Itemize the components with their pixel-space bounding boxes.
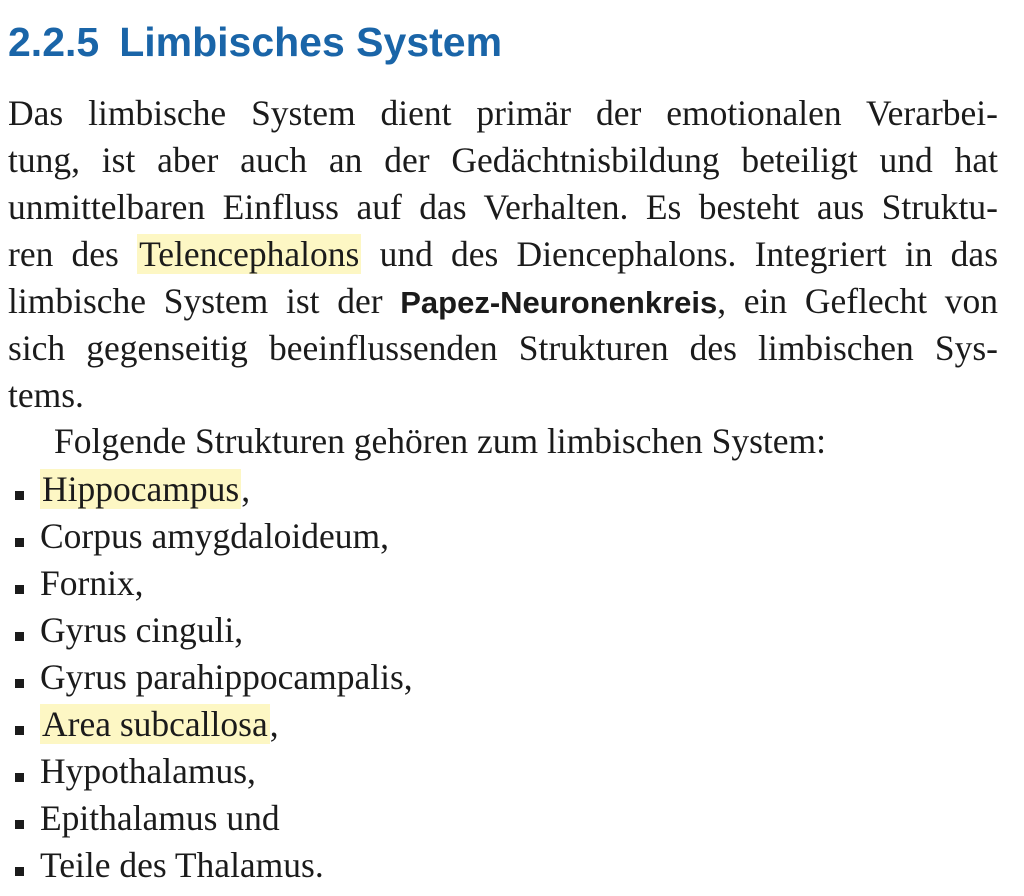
list-item-text: Area subcallosa <box>40 704 270 744</box>
bullet-square-icon <box>15 538 24 547</box>
bullet-square-icon <box>15 773 24 782</box>
list-item: Hypothalamus, <box>0 748 413 795</box>
text-segment: , ein Geflecht von <box>717 281 998 321</box>
bullet-square-icon <box>15 867 24 876</box>
list-item: Hippocampus, <box>0 466 413 513</box>
list-item-suffix: , <box>241 469 251 509</box>
list-item: Area subcallosa, <box>0 701 413 748</box>
list-item-text: Gyrus cinguli, <box>40 610 244 650</box>
paragraph-line: ren des Telencephalons und des Diencepha… <box>8 231 998 278</box>
text-segment: ren des <box>8 234 138 274</box>
list-item-text: Corpus amygdaloideum, <box>40 516 390 556</box>
section-number: 2.2.5 <box>8 19 100 65</box>
bold-term-papez: Papez-Neuronenkreis <box>400 285 718 320</box>
paragraph-line: Das limbische System dient primär der em… <box>8 93 998 133</box>
document-page: 2.2.5 Limbisches System Das limbische Sys… <box>0 0 1024 896</box>
list-item: Fornix, <box>0 560 413 607</box>
list-item: Epithalamus und <box>0 795 413 842</box>
list-item-text: Epithalamus und <box>40 798 280 838</box>
bullet-square-icon <box>15 491 24 500</box>
bullet-square-icon <box>15 820 24 829</box>
section-heading: 2.2.5 Limbisches System <box>8 12 502 72</box>
list-item: Gyrus cinguli, <box>0 607 413 654</box>
paragraph-line: unmittelbaren Einfluss auf das Verhalten… <box>8 187 998 227</box>
highlighted-term-telencephalons: Telencephalons <box>137 234 362 274</box>
section-title: Limbisches System <box>119 19 503 65</box>
paragraph-line: tung, ist aber auch an der Gedächtnisbil… <box>8 140 998 180</box>
text-segment: und des Diencephalons. Integriert in das <box>361 234 999 274</box>
bullet-square-icon <box>15 585 24 594</box>
list-item-suffix: , <box>269 704 279 744</box>
bullet-square-icon <box>15 679 24 688</box>
bullet-square-icon <box>15 726 24 735</box>
list-item-text: Hypothalamus, <box>40 751 256 791</box>
paragraph-line: limbische System ist der Papez-Neuronenk… <box>8 278 998 325</box>
structures-list: Hippocampus, Corpus amygdaloideum, Forni… <box>0 466 413 889</box>
paragraph-line: sich gegenseitig beeinflussenden Struktu… <box>8 328 998 368</box>
paragraph-line: tems. <box>8 375 84 415</box>
list-item: Teile des Thalamus. <box>0 842 413 889</box>
intro-paragraph: Das limbische System dient primär der em… <box>8 90 998 419</box>
list-item-text: Gyrus parahippocampalis, <box>40 657 413 697</box>
list-intro: Folgende Strukturen gehören zum limbisch… <box>54 421 827 461</box>
list-item-text: Fornix, <box>40 563 144 603</box>
list-item: Gyrus parahippocampalis, <box>0 654 413 701</box>
text-segment: limbische System ist der <box>8 281 401 321</box>
list-item: Corpus amygdaloideum, <box>0 513 413 560</box>
list-item-text: Hippocampus <box>40 469 242 509</box>
bullet-square-icon <box>15 632 24 641</box>
list-item-text: Teile des Thalamus. <box>40 845 324 885</box>
